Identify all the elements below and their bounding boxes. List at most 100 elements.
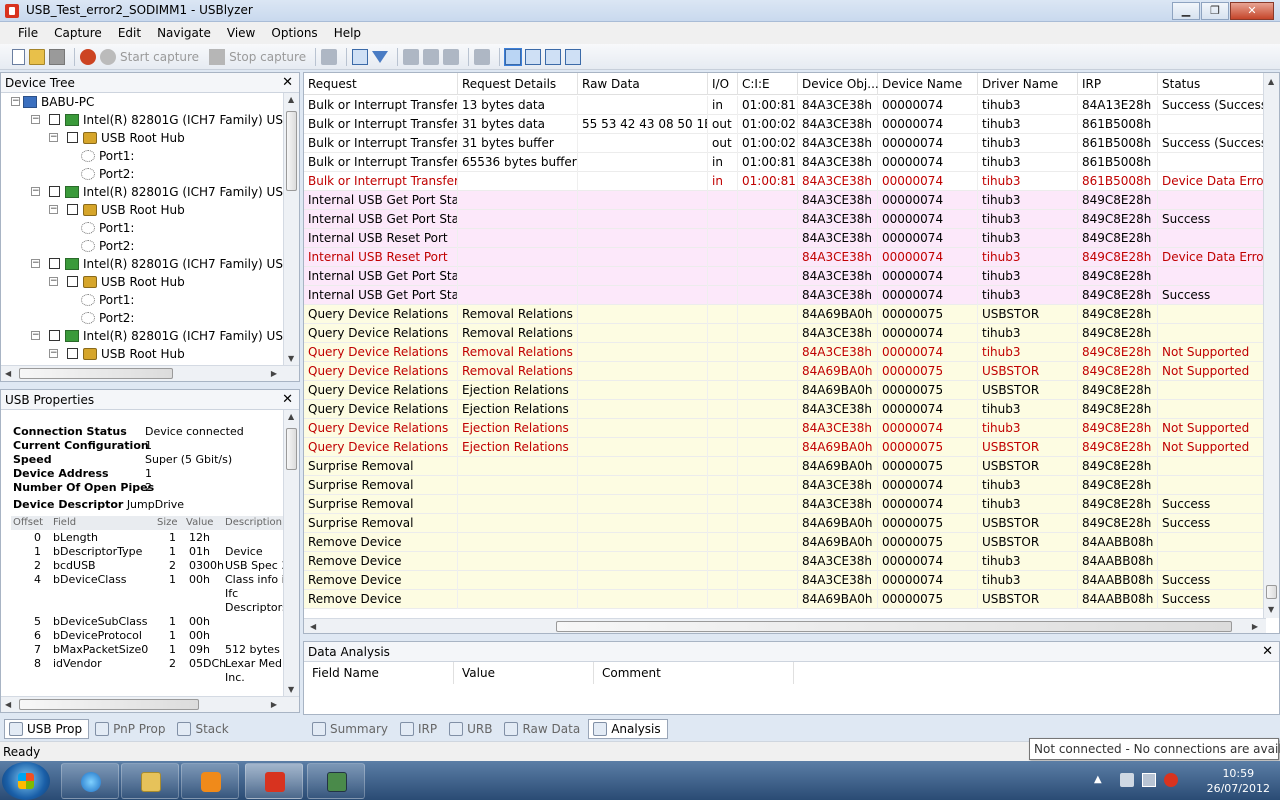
- column-header[interactable]: I/O: [708, 73, 738, 95]
- layout-4-button[interactable]: [565, 47, 582, 67]
- close-icon[interactable]: ✕: [1262, 642, 1273, 662]
- table-row[interactable]: Bulk or Interrupt Transfer 31 bytes data 5…: [304, 115, 1266, 134]
- scroll-thumb[interactable]: [556, 621, 1232, 632]
- menu-options[interactable]: Options: [263, 23, 325, 43]
- table-row[interactable]: Surprise Removal 84A69BA0h 00000075 USBSTOR…: [304, 514, 1266, 533]
- collapse-icon[interactable]: −: [49, 277, 58, 286]
- tree-item[interactable]: − USB Root Hub: [1, 345, 285, 363]
- show-hidden-icons-icon[interactable]: ▲: [1094, 774, 1108, 788]
- column-header[interactable]: Request Details: [458, 73, 578, 95]
- goto-button[interactable]: [403, 47, 420, 67]
- collapse-icon[interactable]: −: [31, 115, 40, 124]
- table-row[interactable]: Query Device Relations Ejection Relations…: [304, 381, 1266, 400]
- layout-3-button[interactable]: [545, 47, 562, 67]
- usb-properties-vscrollbar[interactable]: ▲ ▼: [283, 410, 299, 696]
- column-comment[interactable]: Comment: [594, 662, 794, 684]
- bookmark-button[interactable]: [321, 47, 338, 67]
- tab-raw-data[interactable]: Raw Data: [500, 719, 586, 739]
- maximize-button[interactable]: ❐: [1201, 2, 1229, 20]
- menu-capture[interactable]: Capture: [46, 23, 110, 43]
- table-row[interactable]: Query Device Relations Ejection Relations…: [304, 419, 1266, 438]
- column-header[interactable]: Device Obj...: [798, 73, 879, 95]
- scroll-thumb[interactable]: [286, 428, 297, 470]
- close-icon[interactable]: ✕: [282, 390, 293, 410]
- new-button[interactable]: [12, 47, 25, 67]
- scroll-thumb[interactable]: [1266, 585, 1277, 599]
- taskbar-usblyzer[interactable]: [245, 763, 303, 799]
- menu-file[interactable]: File: [10, 23, 46, 43]
- start-capture-button[interactable]: Start capture: [100, 47, 199, 67]
- scroll-up-icon[interactable]: ▲: [1268, 77, 1274, 86]
- scroll-thumb[interactable]: [19, 368, 173, 379]
- tab-analysis[interactable]: Analysis: [588, 719, 668, 739]
- scroll-down-icon[interactable]: ▼: [1268, 605, 1274, 614]
- capture-checkbox[interactable]: [67, 204, 78, 215]
- table-row[interactable]: Surprise Removal 84A3CE38h 00000074 tihub3 8…: [304, 495, 1266, 514]
- tab-pnp-prop[interactable]: PnP Prop: [91, 719, 171, 739]
- tree-item[interactable]: Port1:: [1, 219, 285, 237]
- minimize-button[interactable]: ▁: [1172, 2, 1200, 20]
- table-row[interactable]: Internal USB Reset Port 84A3CE38h 00000074…: [304, 229, 1266, 248]
- collapse-icon[interactable]: −: [49, 133, 58, 142]
- network-disconnected-icon[interactable]: [1142, 773, 1156, 787]
- scroll-left-icon[interactable]: ◀: [5, 700, 11, 709]
- table-row[interactable]: Query Device Relations Removal Relations 8…: [304, 343, 1266, 362]
- stop-capture-button[interactable]: Stop capture: [209, 47, 306, 67]
- tab-urb[interactable]: URB: [445, 719, 498, 739]
- table-row[interactable]: Bulk or Interrupt Transfer 13 bytes data i…: [304, 96, 1266, 115]
- tab-summary[interactable]: Summary: [308, 719, 394, 739]
- column-value[interactable]: Value: [454, 662, 594, 684]
- taskbar-internet-explorer[interactable]: [61, 763, 119, 799]
- column-header[interactable]: Status: [1158, 73, 1266, 95]
- tree-item[interactable]: − Intel(R) 82801G (ICH7 Family) USB Unive: [1, 327, 285, 345]
- scroll-right-icon[interactable]: ▶: [271, 369, 277, 378]
- tree-item[interactable]: − USB Root Hub: [1, 129, 285, 147]
- filter-settings-button[interactable]: [352, 47, 369, 67]
- table-row[interactable]: Surprise Removal 84A69BA0h 00000075 USBSTOR…: [304, 457, 1266, 476]
- layout-1-button[interactable]: [504, 47, 523, 67]
- capture-checkbox[interactable]: [49, 114, 60, 125]
- tree-item[interactable]: − Intel(R) 82801G (ICH7 Family) USB Unive: [1, 255, 285, 273]
- capture-checkbox[interactable]: [49, 186, 60, 197]
- table-row[interactable]: Internal USB Reset Port 84A3CE38h 00000074…: [304, 248, 1266, 267]
- capture-checkbox[interactable]: [67, 132, 78, 143]
- collapse-icon[interactable]: −: [31, 187, 40, 196]
- collapse-icon[interactable]: −: [49, 205, 58, 214]
- tab-irp[interactable]: IRP: [396, 719, 443, 739]
- start-button[interactable]: [2, 762, 50, 800]
- capture-checkbox[interactable]: [49, 258, 60, 269]
- speaker-icon[interactable]: [1120, 773, 1134, 787]
- tree-item[interactable]: Port1:: [1, 291, 285, 309]
- tree-item[interactable]: − USB Root Hub: [1, 273, 285, 291]
- clear-button[interactable]: [474, 47, 491, 67]
- column-field-name[interactable]: Field Name: [304, 662, 454, 684]
- tree-item[interactable]: − BABU-PC: [1, 93, 285, 111]
- device-tree-hscrollbar[interactable]: ◀ ▶: [1, 365, 299, 381]
- collapse-icon[interactable]: −: [11, 97, 20, 106]
- scroll-down-icon[interactable]: ▼: [288, 354, 294, 363]
- taskbar-media-player[interactable]: [181, 763, 239, 799]
- scroll-right-icon[interactable]: ▶: [271, 700, 277, 709]
- tab-usb-prop[interactable]: USB Prop: [4, 719, 90, 739]
- menu-navigate[interactable]: Navigate: [149, 23, 219, 43]
- table-row[interactable]: Internal USB Get Port Status 84A3CE38h000…: [304, 286, 1266, 305]
- find-button[interactable]: [423, 47, 440, 67]
- grid-vscrollbar[interactable]: ▲ ▼: [1263, 73, 1279, 618]
- collapse-icon[interactable]: −: [31, 259, 40, 268]
- capture-checkbox[interactable]: [67, 348, 78, 359]
- table-row[interactable]: Remove Device 84A3CE38h 00000074 tihub3 84AA…: [304, 552, 1266, 571]
- device-tree-vscrollbar[interactable]: ▲ ▼: [283, 93, 299, 365]
- open-button[interactable]: [29, 47, 45, 67]
- action-center-icon[interactable]: [1164, 773, 1178, 787]
- filter-button[interactable]: [372, 47, 389, 67]
- capture-checkbox[interactable]: [49, 330, 60, 341]
- column-header[interactable]: Driver Name: [978, 73, 1078, 95]
- column-header[interactable]: IRP: [1078, 73, 1158, 95]
- scroll-down-icon[interactable]: ▼: [288, 685, 294, 694]
- close-button[interactable]: ✕: [1230, 2, 1274, 20]
- table-row[interactable]: Internal USB Get Port Status 84A3CE38h000…: [304, 267, 1266, 286]
- collapse-icon[interactable]: −: [49, 349, 58, 358]
- close-icon[interactable]: ✕: [282, 73, 293, 93]
- layout-2-button[interactable]: [525, 47, 542, 67]
- tree-item[interactable]: − USB Root Hub: [1, 201, 285, 219]
